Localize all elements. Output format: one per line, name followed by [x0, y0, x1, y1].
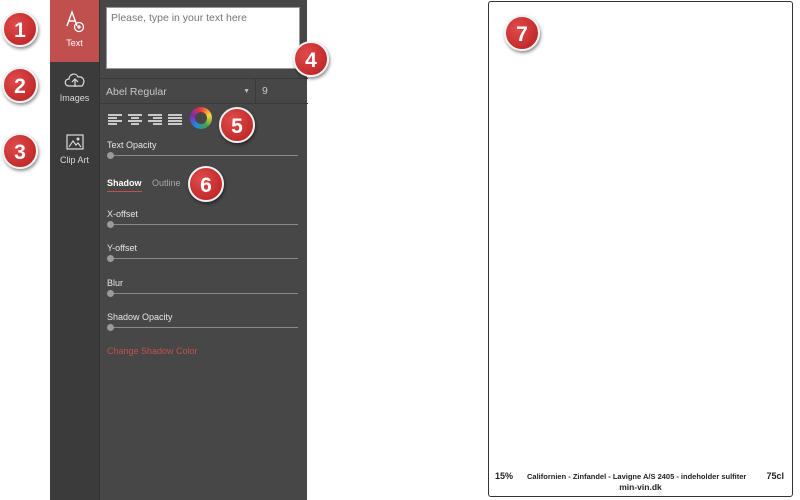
- callout-badge-5: 5: [219, 107, 255, 143]
- cloud-upload-icon: [64, 73, 84, 87]
- text-tool-panel: Abel Regular ▼ 9 Text Opacity Shadow Out…: [99, 0, 308, 500]
- caret-down-icon: ▼: [243, 88, 250, 95]
- wine-description: Californien - Zinfandel - Lavigne A/S 24…: [527, 472, 747, 481]
- label-canvas[interactable]: 7 15% Californien - Zinfandel - Lavigne …: [488, 1, 793, 497]
- text-opacity-slider[interactable]: [107, 152, 298, 160]
- align-left-icon[interactable]: [108, 112, 122, 126]
- text-opacity-label: Text Opacity: [107, 140, 157, 150]
- callout-badge-3: 3: [2, 133, 38, 169]
- callout-badge-2: 2: [2, 67, 38, 103]
- callout-badge-7: 7: [504, 15, 540, 51]
- y-offset-label: Y-offset: [107, 243, 138, 253]
- sidebar-item-clip-art[interactable]: Clip Art: [50, 132, 99, 182]
- clip-art-icon: [65, 134, 84, 150]
- slider-knob[interactable]: [107, 152, 114, 159]
- text-color-wheel-icon[interactable]: [190, 107, 212, 129]
- blur-slider[interactable]: [107, 290, 298, 298]
- x-offset-slider[interactable]: [107, 221, 298, 229]
- website-text: min-vin.dk: [619, 482, 662, 492]
- align-center-icon[interactable]: [128, 112, 142, 126]
- text-input[interactable]: [106, 7, 300, 69]
- bottle-volume: 75cl: [766, 471, 784, 481]
- sidebar-item-images[interactable]: Images: [50, 70, 99, 122]
- callout-badge-6: 6: [188, 166, 224, 202]
- shadow-opacity-label: Shadow Opacity: [107, 312, 173, 322]
- change-shadow-color-link[interactable]: Change Shadow Color: [107, 346, 198, 356]
- slider-knob[interactable]: [107, 255, 114, 262]
- text-icon: [65, 9, 84, 33]
- align-justify-icon[interactable]: [168, 112, 182, 126]
- callout-badge-1: 1: [2, 11, 38, 47]
- slider-knob[interactable]: [107, 324, 114, 331]
- y-offset-slider[interactable]: [107, 255, 298, 263]
- sidebar-item-text[interactable]: Text: [50, 0, 99, 62]
- x-offset-label: X-offset: [107, 209, 138, 219]
- callout-badge-4: 4: [293, 41, 329, 77]
- tool-rail: Text Images Clip Art: [50, 0, 99, 500]
- font-family-value: Abel Regular: [106, 86, 167, 98]
- sidebar-item-label: Clip Art: [59, 155, 89, 165]
- shadow-opacity-slider[interactable]: [107, 324, 298, 332]
- font-size-input[interactable]: 9: [255, 79, 308, 103]
- align-right-icon[interactable]: [148, 112, 162, 126]
- sidebar-item-label: Images: [59, 93, 90, 103]
- font-family-select[interactable]: Abel Regular ▼: [106, 83, 252, 101]
- tab-outline[interactable]: Outline: [152, 178, 181, 188]
- slider-knob[interactable]: [107, 290, 114, 297]
- slider-knob[interactable]: [107, 221, 114, 228]
- blur-label: Blur: [107, 278, 124, 288]
- font-row: Abel Regular ▼ 9: [100, 78, 308, 104]
- tab-shadow[interactable]: Shadow: [107, 178, 142, 192]
- sidebar-item-label: Text: [66, 38, 83, 48]
- alcohol-percentage: 15%: [495, 471, 514, 481]
